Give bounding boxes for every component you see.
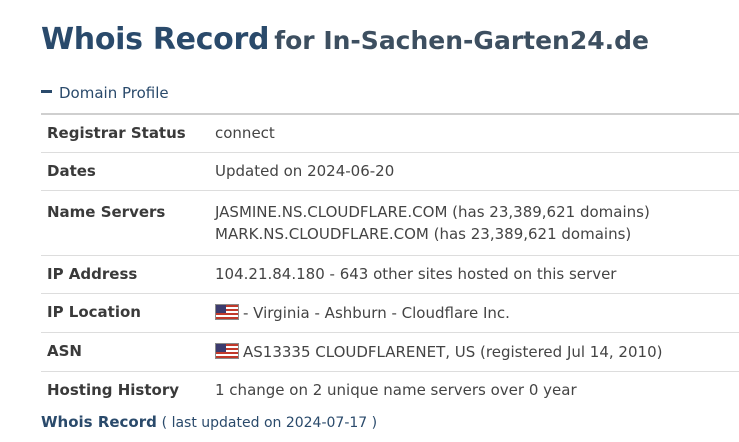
- ip-location-value: - Virginia - Ashburn - Cloudflare Inc.: [243, 304, 510, 322]
- asn-value: AS13335 CLOUDFLARENET, US (registered Ju…: [243, 343, 663, 361]
- row-hosting-history: Hosting History 1 change on 2 unique nam…: [41, 371, 739, 410]
- whois-page: Whois Record for In-Sachen-Garten24.de D…: [0, 0, 739, 442]
- domain-profile-heading: Domain Profile: [59, 84, 169, 102]
- name-server-2: MARK.NS.CLOUDFLARE.COM (has 23,389,621 d…: [215, 225, 632, 243]
- row-ip-address: IP Address 104.21.84.180 - 643 other sit…: [41, 255, 739, 294]
- ip-location-label: IP Location: [47, 303, 141, 321]
- asn-label: ASN: [47, 342, 82, 360]
- collapse-minus-icon: [41, 90, 52, 93]
- row-dates: Dates Updated on 2024-06-20: [41, 152, 739, 191]
- row-asn: ASN AS13335 CLOUDFLARENET, US (registere…: [41, 332, 739, 372]
- us-flag-icon: [215, 304, 239, 320]
- dates-label: Dates: [47, 162, 96, 180]
- hosting-history-value: 1 change on 2 unique name servers over 0…: [215, 381, 577, 399]
- page-title-domain: for In-Sachen-Garten24.de: [274, 26, 649, 55]
- domain-profile-toggle[interactable]: Domain Profile: [41, 84, 169, 102]
- row-registrar-status: Registrar Status connect: [41, 114, 739, 153]
- us-flag-icon: [215, 343, 239, 359]
- dates-value: Updated on 2024-06-20: [215, 162, 395, 180]
- page-title-main: Whois Record: [41, 22, 270, 57]
- whois-record-footer: Whois Record ( last updated on 2024-07-1…: [41, 413, 377, 431]
- registrar-status-value: connect: [215, 124, 275, 142]
- name-server-1: JASMINE.NS.CLOUDFLARE.COM (has 23,389,62…: [215, 203, 650, 221]
- ip-address-value: 104.21.84.180 - 643 other sites hosted o…: [215, 265, 617, 283]
- domain-profile-table: Registrar Status connect Dates Updated o…: [41, 113, 739, 409]
- name-servers-label: Name Servers: [47, 203, 166, 221]
- registrar-status-label: Registrar Status: [47, 124, 186, 142]
- row-name-servers: Name Servers JASMINE.NS.CLOUDFLARE.COM (…: [41, 190, 739, 256]
- ip-address-label: IP Address: [47, 265, 138, 283]
- whois-record-label: Whois Record: [41, 413, 157, 431]
- last-updated-text: ( last updated on 2024-07-17 ): [161, 415, 378, 431]
- page-title: Whois Record for In-Sachen-Garten24.de: [41, 22, 649, 57]
- row-ip-location: IP Location - Virginia - Ashburn - Cloud…: [41, 293, 739, 333]
- hosting-history-label: Hosting History: [47, 381, 180, 399]
